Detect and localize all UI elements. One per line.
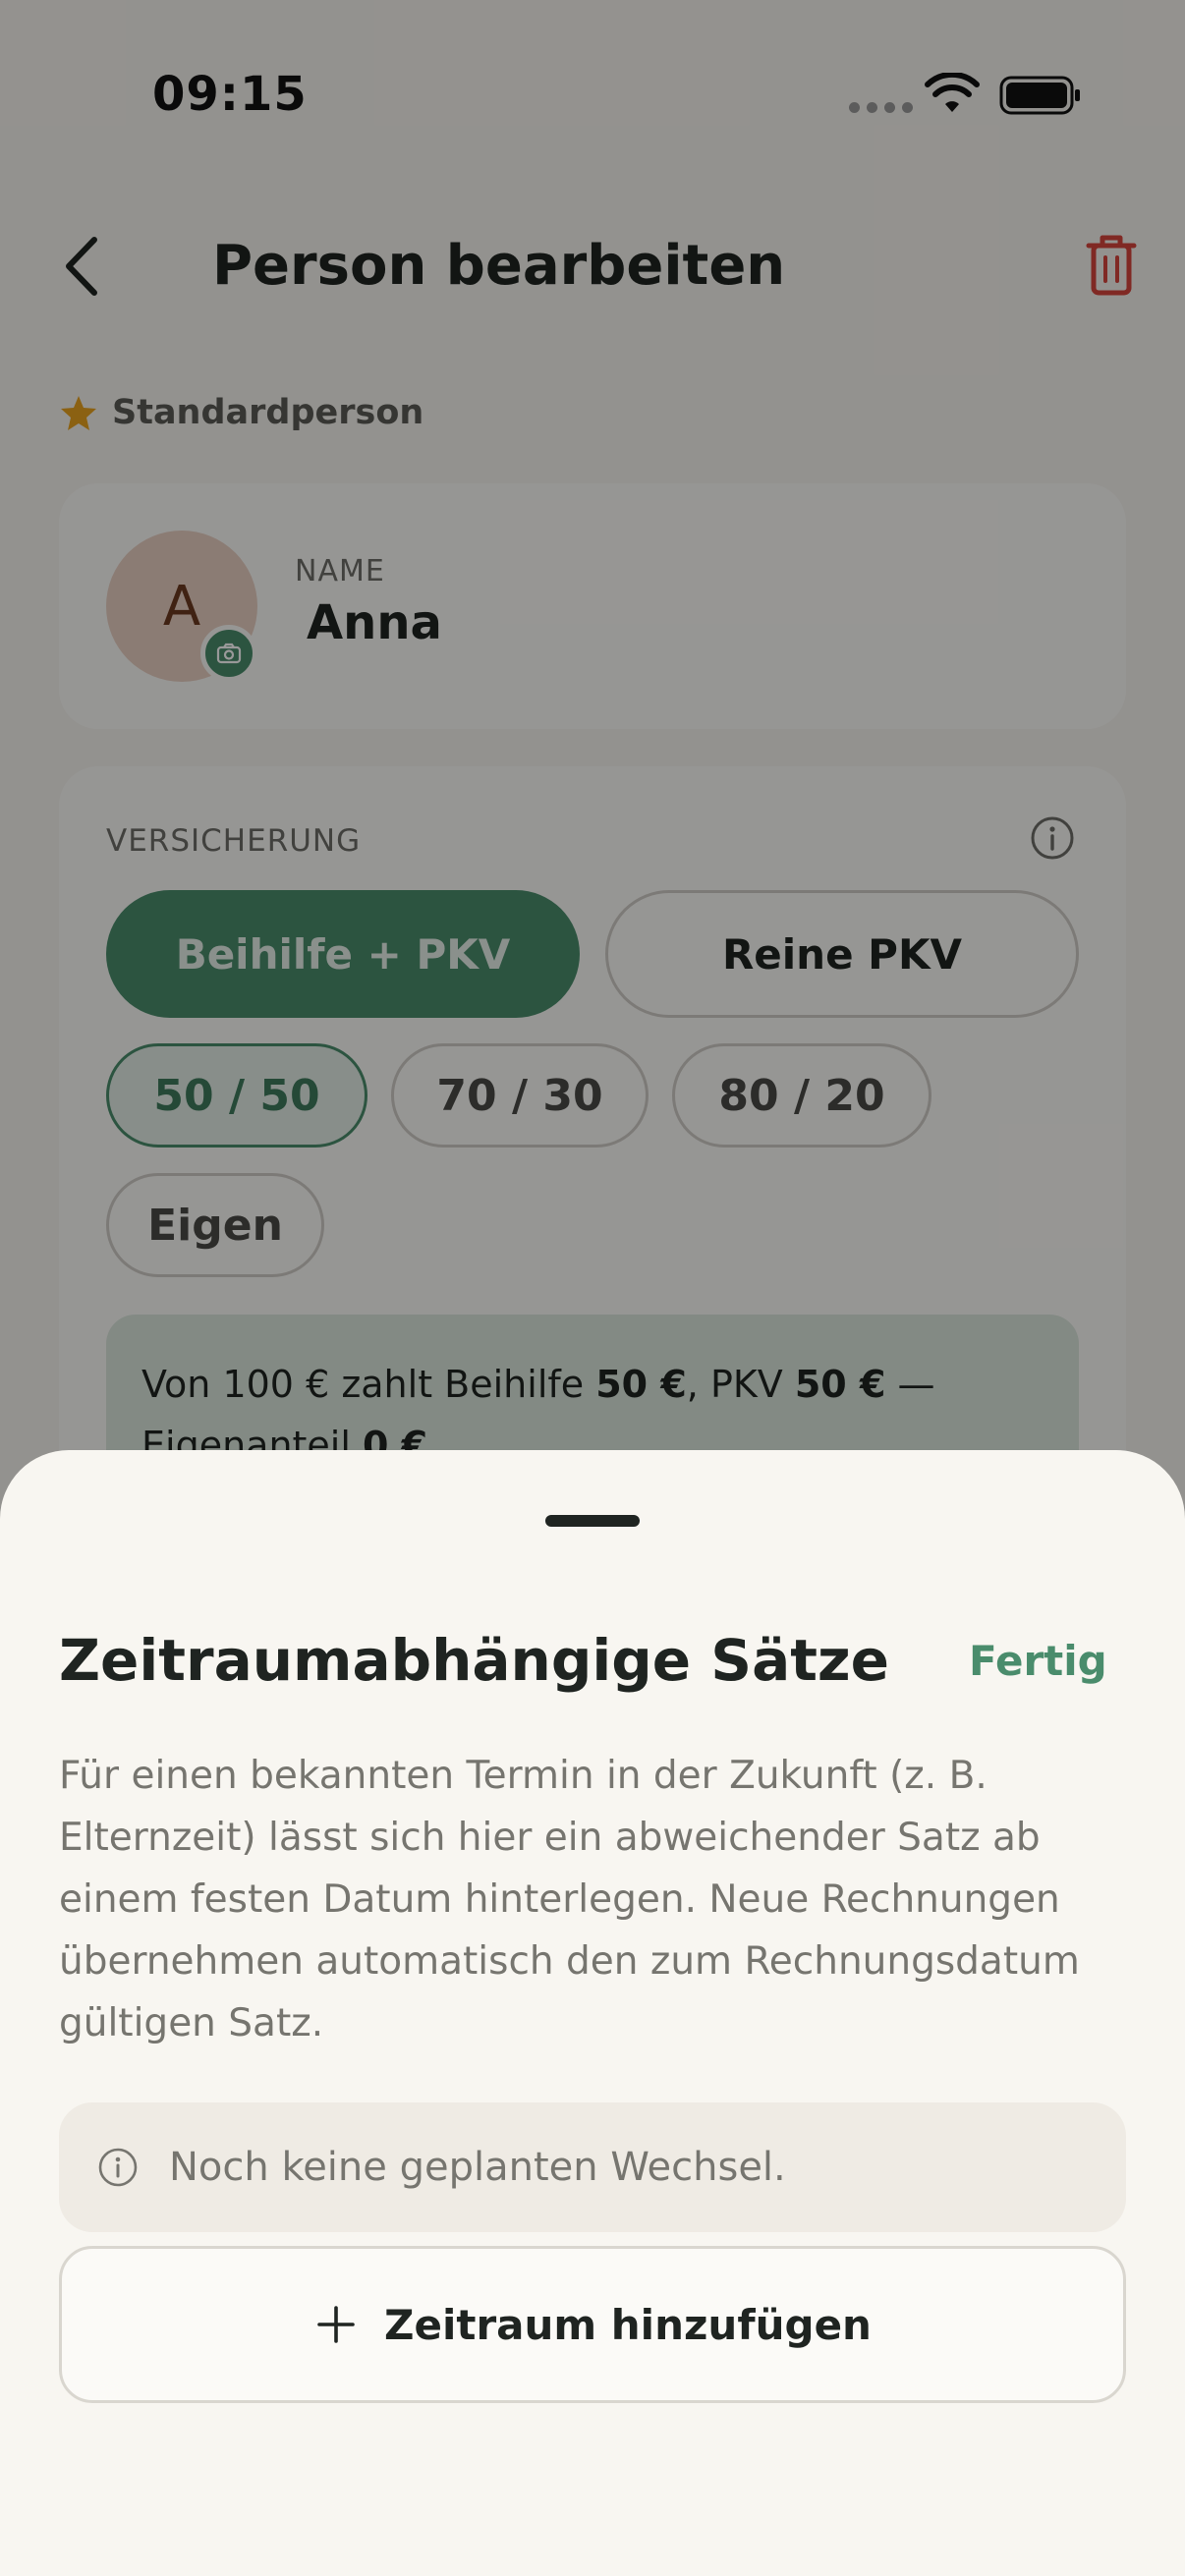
sheet-title: Zeitraumabhängige Sätze [59,1627,890,1694]
sheet-drag-handle[interactable] [545,1515,640,1527]
plus-icon [317,2306,355,2343]
edit-person-screen: 09:15 Person bearbeiten Standardperson A [0,0,1185,2576]
empty-state-text: Noch keine geplanten Wechsel. [169,2145,786,2190]
add-period-button[interactable]: Zeitraum hinzufügen [59,2246,1126,2403]
sheet-description: Für einen bekannten Termin in der Zukunf… [59,1754,1080,2045]
bottom-sheet: Zeitraumabhängige Sätze Fertig Für einen… [0,1450,1185,2576]
add-period-label: Zeitraum hinzufügen [384,2300,872,2349]
done-button[interactable]: Fertig [969,1637,1107,1685]
empty-state: Noch keine geplanten Wechsel. [59,2102,1126,2232]
info-icon [98,2148,138,2187]
